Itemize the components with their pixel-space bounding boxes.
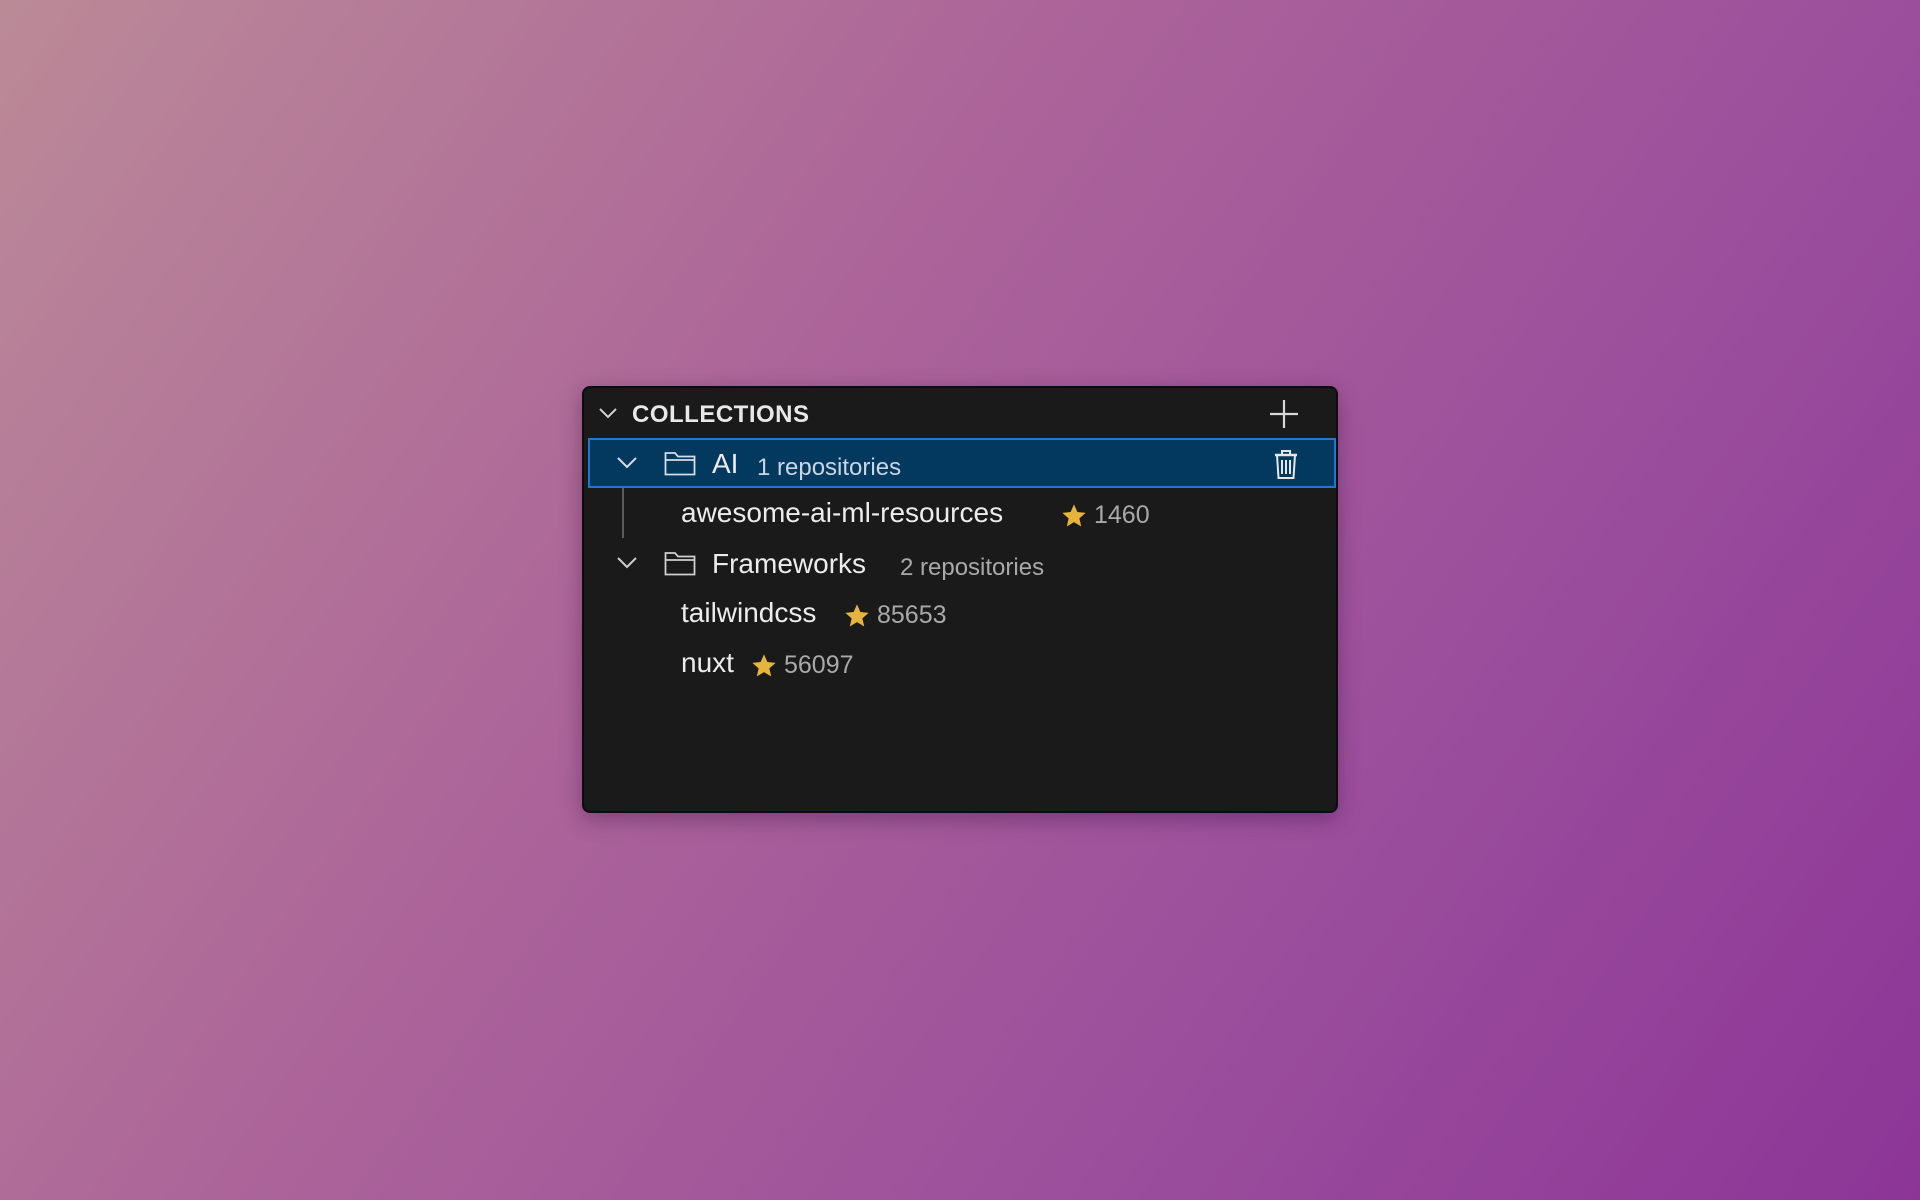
repo-item[interactable]: tailwindcss 85653	[584, 588, 1336, 638]
repo-star-count: 56097	[784, 651, 854, 679]
repo-name: awesome-ai-ml-resources	[681, 497, 1004, 528]
collection-name: AI	[712, 448, 739, 479]
panel-header[interactable]: COLLECTIONS	[584, 388, 1336, 438]
star-icon	[752, 653, 776, 676]
repo-star-count: 85653	[877, 601, 947, 629]
repo-name: tailwindcss	[681, 597, 817, 628]
repo-stars: 56097	[750, 651, 854, 680]
repo-item[interactable]: nuxt 56097	[584, 638, 1336, 688]
chevron-down-icon[interactable]	[616, 456, 638, 470]
repo-name: nuxt	[681, 647, 734, 678]
collection-count: 2 repositories	[900, 554, 1045, 581]
repo-stars: 1460	[1060, 501, 1150, 530]
collections-panel: COLLECTIONS AI 1 repositories awesome-ai…	[582, 386, 1338, 813]
collection-row-frameworks[interactable]: Frameworks 2 repositories	[588, 538, 1336, 588]
panel-title: COLLECTIONS	[632, 401, 810, 428]
collection-row-ai[interactable]: AI 1 repositories	[588, 438, 1336, 488]
star-icon	[1062, 503, 1086, 526]
folder-icon	[664, 552, 696, 576]
repo-star-count: 1460	[1094, 501, 1150, 529]
chevron-down-icon[interactable]	[616, 556, 638, 570]
collection-count: 1 repositories	[757, 454, 902, 481]
repo-stars: 85653	[843, 601, 947, 630]
star-icon	[845, 603, 869, 626]
folder-icon	[664, 452, 696, 476]
chevron-down-icon[interactable]	[598, 405, 618, 421]
plus-icon[interactable]	[1268, 398, 1300, 430]
collection-name: Frameworks	[712, 548, 867, 579]
trash-icon[interactable]	[1272, 448, 1300, 480]
repo-item[interactable]: awesome-ai-ml-resources 1460	[584, 488, 1336, 538]
